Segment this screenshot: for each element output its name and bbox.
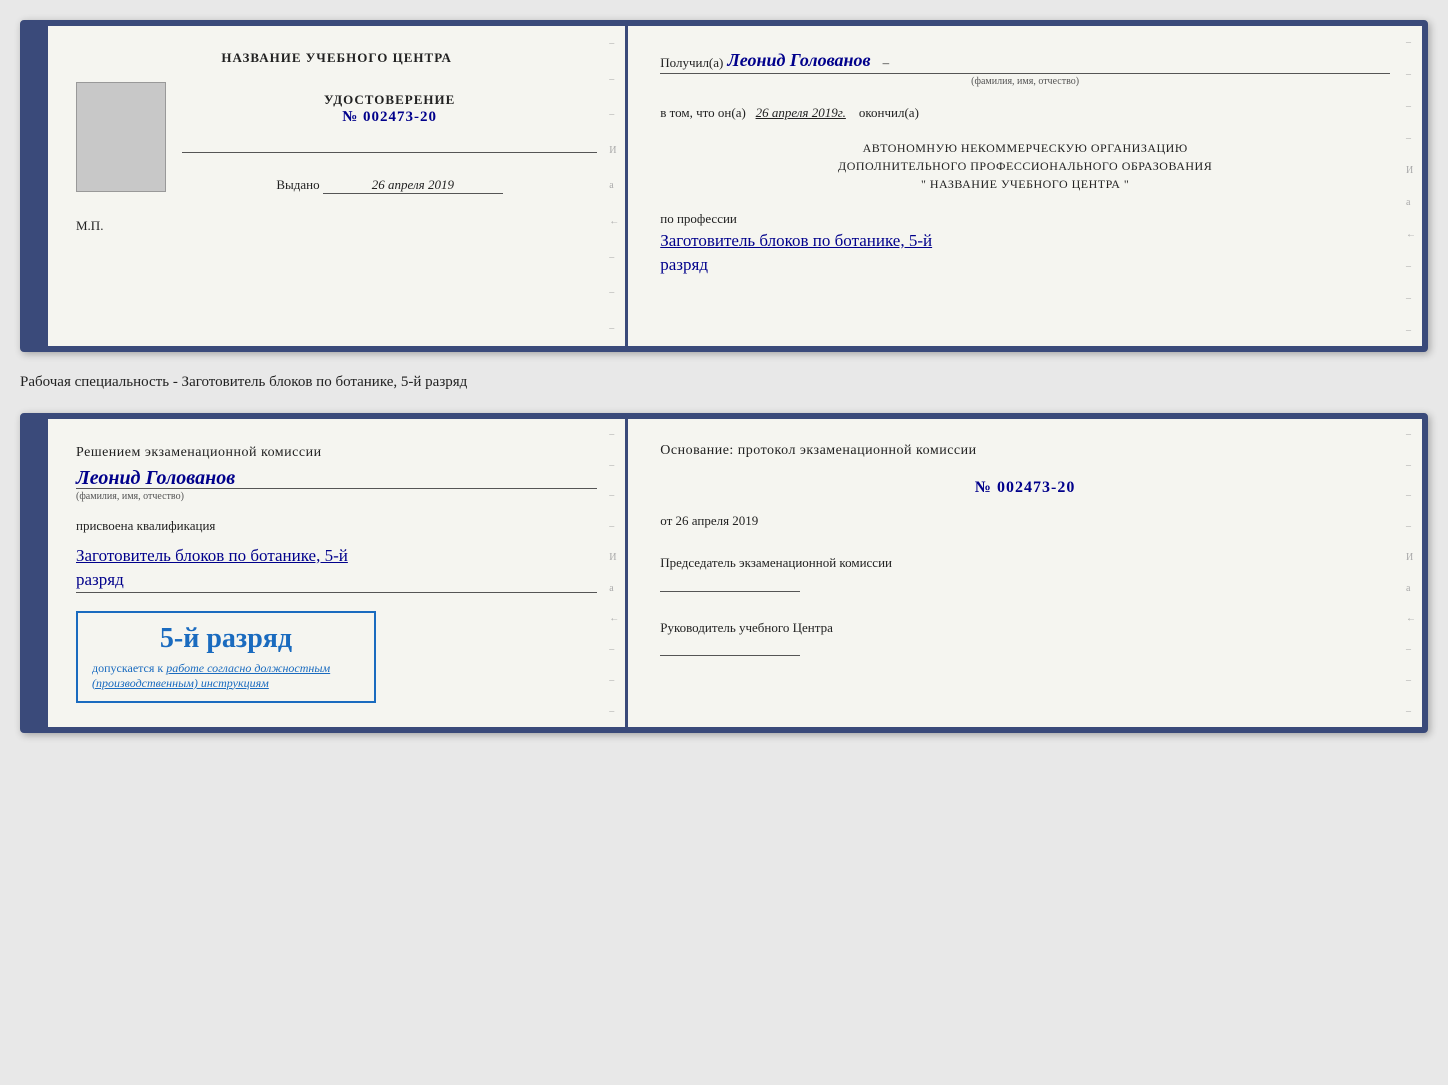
protokol-date-value: 26 апреля 2019 xyxy=(676,513,759,528)
org-line1: АВТОНОМНУЮ НЕКОММЕРЧЕСКУЮ ОРГАНИЗАЦИЮ xyxy=(863,141,1188,155)
received-prefix: Получил(а) xyxy=(660,55,723,71)
bottom-right-page: Основание: протокол экзаменационной коми… xyxy=(628,419,1422,727)
issued-label: Выдано xyxy=(276,177,319,192)
org-line2: ДОПОЛНИТЕЛЬНОГО ПРОФЕССИОНАЛЬНОГО ОБРАЗО… xyxy=(838,159,1212,173)
right-dashes-2: ––––Иа←––– xyxy=(1406,26,1416,346)
profession-name: Заготовитель блоков по ботанике, 5-й xyxy=(660,231,1390,251)
stamp-allowed-prefix: допускается к xyxy=(92,661,163,675)
stamp-allowed-suffix: (производственным) инструкциям xyxy=(92,676,269,690)
bottom-certificate-card: Решением экзаменационной комиссии Леонид… xyxy=(20,413,1428,733)
stamp-allowed: допускается к работе согласно должностны… xyxy=(92,661,360,691)
commission-fio-caption: (фамилия, имя, отчество) xyxy=(76,488,597,502)
profession-block: по профессии Заготовитель блоков по бота… xyxy=(660,211,1390,275)
bottom-spine xyxy=(26,419,48,727)
stamp-allowed-value: работе согласно должностным xyxy=(166,661,330,675)
cert-number: № 002473-20 xyxy=(342,109,437,125)
head-sign-line xyxy=(660,655,800,656)
cert-label: УДОСТОВЕРЕНИЕ xyxy=(324,92,455,108)
top-certificate-card: НАЗВАНИЕ УЧЕБНОГО ЦЕНТРА УДОСТОВЕРЕНИЕ №… xyxy=(20,20,1428,352)
bottom-left-page: Решением экзаменационной комиссии Леонид… xyxy=(48,419,628,727)
date-line: в том, что он(а) 26 апреля 2019г. окончи… xyxy=(660,105,1390,121)
specialty-label: Рабочая специальность - Заготовитель бло… xyxy=(20,370,1428,395)
date-prefix: в том, что он(а) xyxy=(660,105,746,120)
photo-placeholder xyxy=(76,82,166,192)
fio-caption: (фамилия, имя, отчество) xyxy=(660,76,1390,87)
assigned-profession-block: Заготовитель блоков по ботанике, 5-й раз… xyxy=(76,542,597,593)
osnov-label: Основание: протокол экзаменационной коми… xyxy=(660,443,1390,459)
commission-title: Решением экзаменационной комиссии xyxy=(76,443,597,463)
cert-number-block: УДОСТОВЕРЕНИЕ № 002473-20 xyxy=(324,92,455,126)
date-value: 26 апреля 2019г. xyxy=(756,105,846,120)
protokol-date-prefix: от xyxy=(660,513,672,528)
chairman-label: Председатель экзаменационной комиссии xyxy=(660,555,892,570)
top-right-page: Получил(а) Леонид Голованов – (фамилия, … xyxy=(628,26,1422,346)
commission-intro-block: Решением экзаменационной комиссии Леонид… xyxy=(76,443,597,502)
issued-block: Выдано 26 апреля 2019 xyxy=(276,177,503,194)
head-block: Руководитель учебного Центра xyxy=(660,618,1390,659)
head-label: Руководитель учебного Центра xyxy=(660,620,833,635)
top-spine xyxy=(26,26,48,346)
razryad-value: разряд xyxy=(660,255,1390,275)
recipient-block: Получил(а) Леонид Голованов – (фамилия, … xyxy=(660,50,1390,87)
org-block: АВТОНОМНУЮ НЕКОММЕРЧЕСКУЮ ОРГАНИЗАЦИЮ ДО… xyxy=(660,139,1390,193)
right-dashes: –––Иа←––– xyxy=(609,26,619,346)
protokol-date: от 26 апреля 2019 xyxy=(660,513,1390,529)
recipient-name: Леонид Голованов xyxy=(727,50,870,71)
date-suffix: окончил(а) xyxy=(859,105,919,120)
assigned-label: присвоена квалификация xyxy=(76,518,597,534)
stamp-grade: 5-й разряд xyxy=(92,623,360,655)
top-left-page: НАЗВАНИЕ УЧЕБНОГО ЦЕНТРА УДОСТОВЕРЕНИЕ №… xyxy=(48,26,628,346)
bottom-left-dashes: ––––Иа←––– xyxy=(609,419,619,727)
profession-prefix: по профессии xyxy=(660,211,737,226)
commission-name: Леонид Голованов xyxy=(76,467,597,490)
issued-date: 26 апреля 2019 xyxy=(323,177,503,194)
chairman-sign-line xyxy=(660,591,800,592)
protokol-number: № 002473-20 xyxy=(660,479,1390,497)
bottom-right-dashes: ––––Иа←––– xyxy=(1406,419,1416,727)
assigned-razryad: разряд xyxy=(76,570,597,593)
stamp-box: 5-й разряд допускается к работе согласно… xyxy=(76,611,376,703)
chairman-block: Председатель экзаменационной комиссии xyxy=(660,553,1390,594)
mp-label: М.П. xyxy=(76,218,103,234)
assigned-profession: Заготовитель блоков по ботанике, 5-й xyxy=(76,546,597,566)
training-center-title: НАЗВАНИЕ УЧЕБНОГО ЦЕНТРА xyxy=(221,50,452,66)
org-line3: " НАЗВАНИЕ УЧЕБНОГО ЦЕНТРА " xyxy=(921,177,1129,191)
